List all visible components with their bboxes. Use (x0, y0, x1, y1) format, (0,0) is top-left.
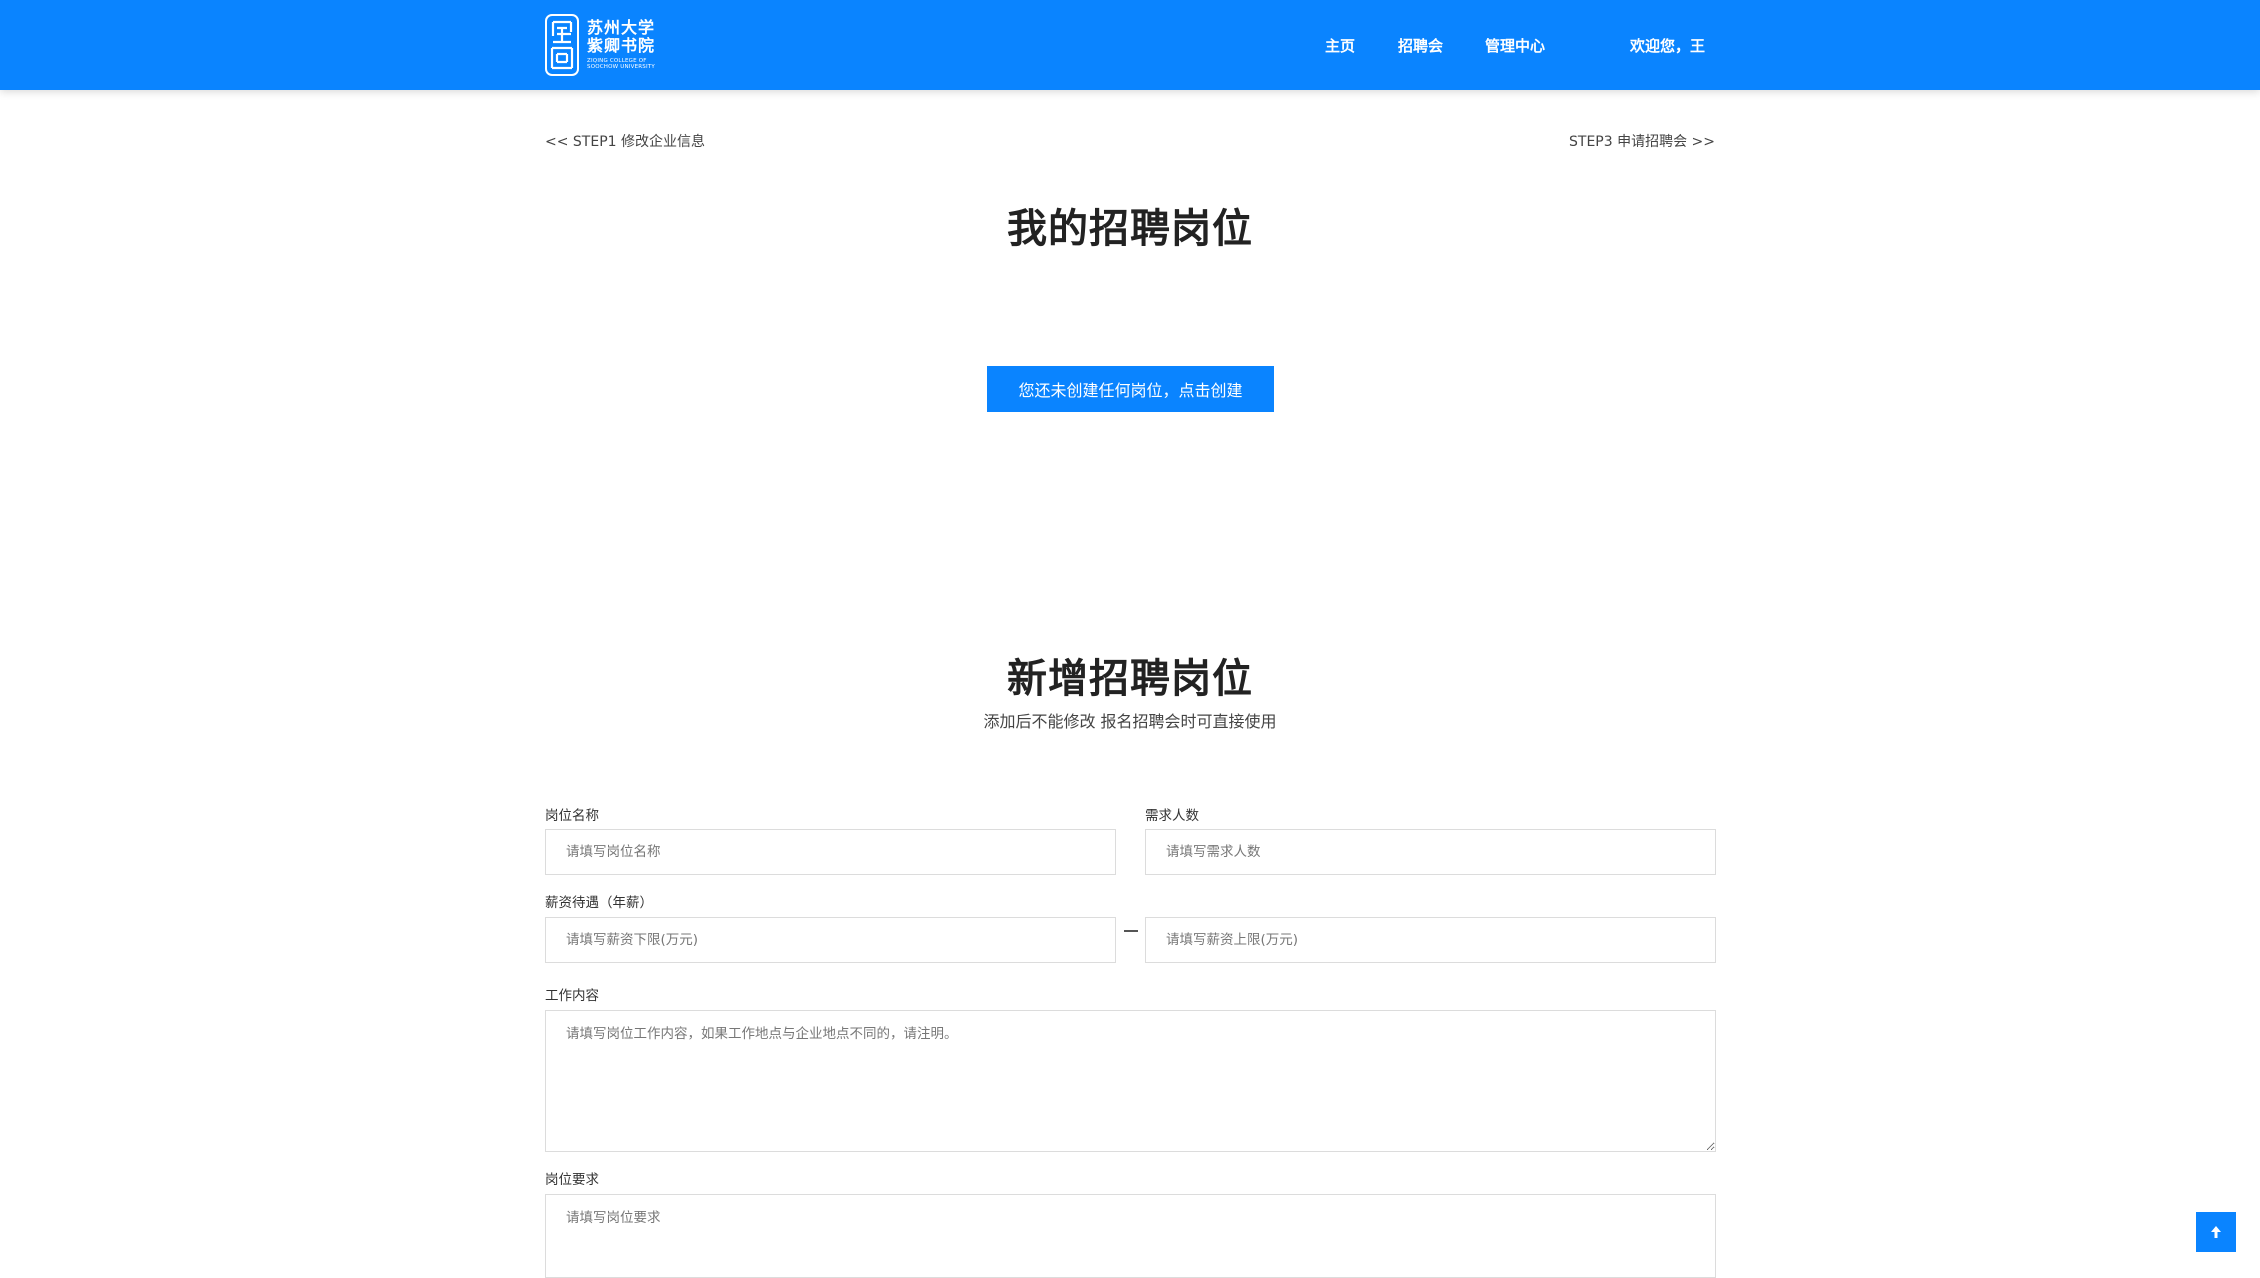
headcount-label: 需求人数 (1145, 808, 1199, 824)
salary-max-input[interactable] (1145, 917, 1716, 963)
new-position-subtitle: 添加后不能修改 报名招聘会时可直接使用 (983, 712, 1277, 731)
logo-line-2: 紫卿书院 (587, 35, 656, 55)
headcount-input[interactable] (1145, 829, 1716, 875)
logo-english: ZIQING COLLEGE OF SOOCHOW UNIVERSITY (587, 57, 655, 71)
nav-admin-link[interactable]: 管理中心 (1485, 35, 1545, 56)
requirements-textarea[interactable] (545, 1194, 1716, 1278)
college-logo[interactable]: 苏州大学 紫卿书院 ZIQING COLLEGE OF SOOCHOW UNIV… (545, 14, 655, 76)
step1-prev-link[interactable]: << STEP1 修改企业信息 (545, 131, 705, 151)
position-name-input[interactable] (545, 829, 1116, 875)
work-content-label: 工作内容 (545, 988, 599, 1004)
requirements-label: 岗位要求 (545, 1172, 599, 1188)
step3-next-link[interactable]: STEP3 申请招聘会 >> (1569, 131, 1715, 151)
top-navbar: 苏州大学 紫卿书院 ZIQING COLLEGE OF SOOCHOW UNIV… (0, 0, 2260, 90)
nav-fair-link[interactable]: 招聘会 (1398, 35, 1443, 56)
college-seal-icon (545, 14, 579, 76)
my-positions-title: 我的招聘岗位 (1007, 206, 1253, 252)
salary-range-separator (1124, 930, 1138, 932)
create-position-button[interactable]: 您还未创建任何岗位，点击创建 (987, 366, 1274, 412)
work-content-textarea[interactable] (545, 1010, 1716, 1152)
salary-label: 薪资待遇（年薪） (545, 895, 653, 911)
position-name-label: 岗位名称 (545, 808, 599, 824)
nav-home-link[interactable]: 主页 (1325, 35, 1355, 56)
back-to-top-button[interactable] (2196, 1212, 2236, 1252)
salary-min-input[interactable] (545, 917, 1116, 963)
logo-line-1: 苏州大学 (587, 18, 656, 38)
new-position-title: 新增招聘岗位 (1007, 656, 1253, 702)
arrow-up-icon (2209, 1224, 2223, 1240)
user-welcome-link[interactable]: 欢迎您，王 (1630, 35, 1705, 56)
